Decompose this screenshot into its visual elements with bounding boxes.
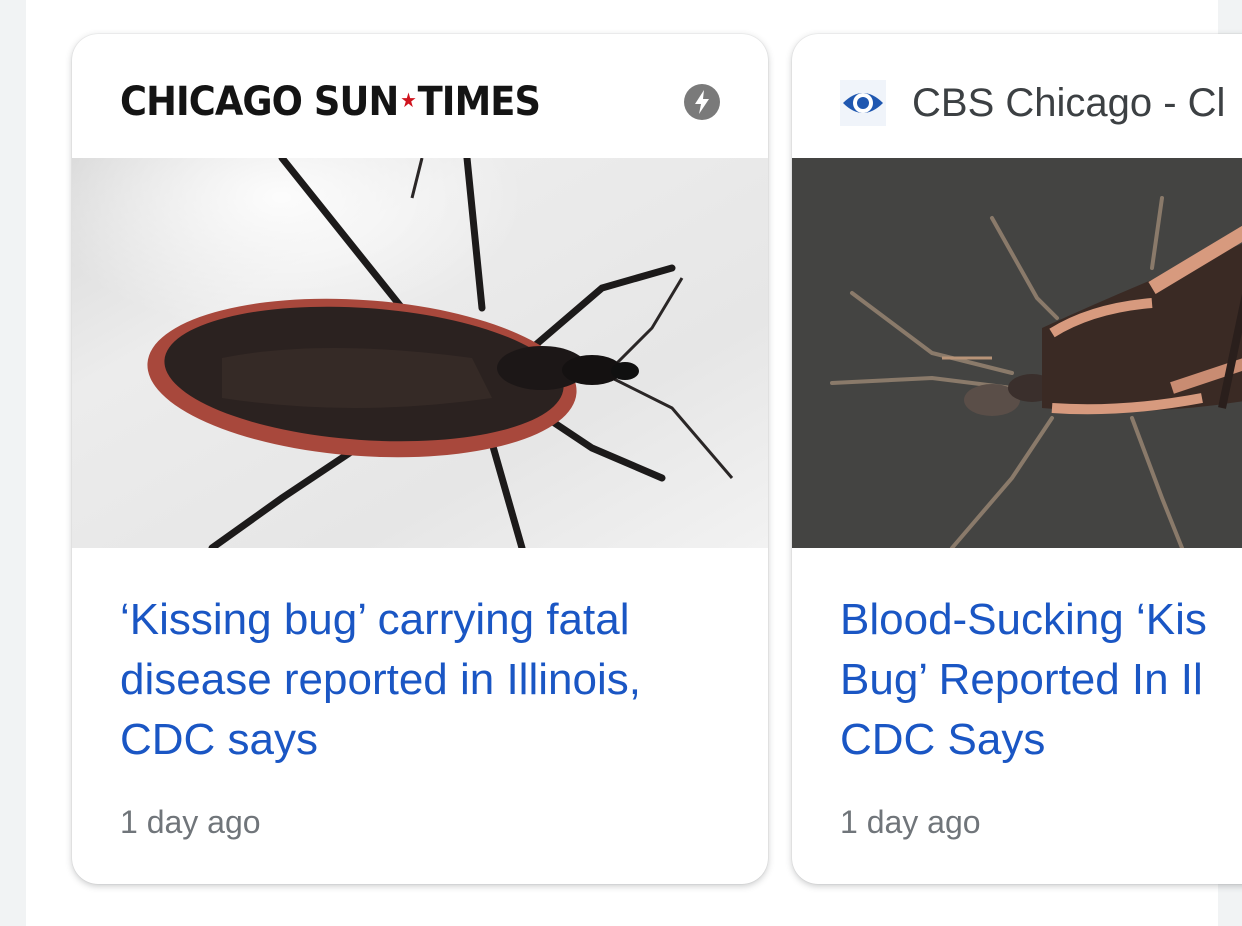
article-timestamp: 1 day ago: [120, 804, 261, 840]
publisher-row: CBS Chicago - Cl: [840, 80, 1225, 126]
masthead-part-2: TIMES: [417, 79, 541, 125]
masthead-part-1: CHICAGO SUN: [120, 79, 399, 125]
article-headline-link[interactable]: ‘Kissing bug’ carrying fatal disease rep…: [120, 590, 720, 770]
publisher-name: CBS Chicago - Cl: [912, 80, 1226, 125]
article-thumbnail-kissing-bug: [72, 158, 768, 548]
masthead-star-icon: ★: [400, 88, 416, 112]
news-card-sun-times[interactable]: CHICAGO SUN ★ TIMES ‘Kissing bug’ carryi…: [72, 34, 768, 884]
cbs-eye-icon: [840, 80, 886, 126]
news-card-cbs-chicago[interactable]: CBS Chicago - Cl Blood-Sucking ‘Kis Bug’…: [792, 34, 1242, 884]
article-thumbnail-kissing-bug: [792, 158, 1242, 548]
top-stories-carousel[interactable]: CHICAGO SUN ★ TIMES ‘Kissing bug’ carryi…: [0, 0, 1242, 926]
card-header: CBS Chicago - Cl: [792, 34, 1242, 158]
article-timestamp: 1 day ago: [840, 804, 981, 840]
publisher-logo-sun-times: CHICAGO SUN ★ TIMES: [120, 78, 541, 126]
article-headline-link[interactable]: Blood-Sucking ‘Kis Bug’ Reported In Il C…: [840, 590, 1242, 770]
card-header: CHICAGO SUN ★ TIMES: [72, 34, 768, 158]
amp-lightning-icon: [684, 84, 720, 120]
